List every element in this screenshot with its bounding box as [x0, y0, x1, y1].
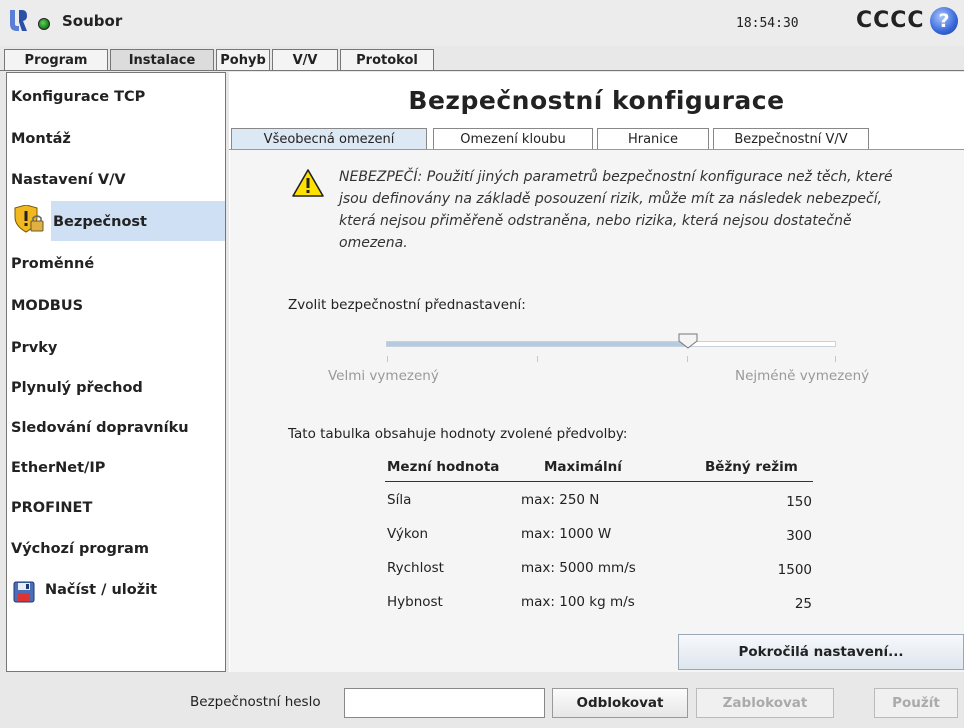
table-cell-limit: Síla [387, 492, 412, 508]
table-cell-max: max: 250 N [521, 492, 600, 508]
table-cell-normal: 1500 [777, 562, 812, 578]
danger-warning-text: NEBEZPEČÍ: Použití jiných parametrů bezp… [339, 169, 893, 251]
tab-instalace[interactable]: Instalace [110, 49, 214, 71]
table-cell-normal: 150 [786, 494, 812, 510]
unlock-button[interactable]: Odblokovat [552, 688, 688, 718]
tab-boundaries[interactable]: Hranice [597, 128, 709, 150]
robot-status-icon[interactable] [38, 18, 50, 30]
slider-min-label: Velmi vymezený [328, 368, 439, 384]
ur-logo-icon [10, 10, 27, 31]
tab-safety-io[interactable]: Bezpečnostní V/V [713, 128, 869, 150]
table-cell-limit: Rychlost [387, 560, 444, 576]
sidebar-item-tcp[interactable]: Konfigurace TCP [11, 89, 145, 105]
preset-label: Zvolit bezpečnostní přednastavení: [288, 297, 526, 313]
sidebar-item-features[interactable]: Prvky [11, 340, 57, 356]
sidebar-item-security[interactable]: Bezpečnost [53, 214, 147, 230]
password-label: Bezpečnostní heslo [190, 694, 321, 710]
password-input[interactable] [344, 688, 545, 718]
floppy-disk-icon [13, 581, 35, 603]
table-caption: Tato tabulka obsahuje hodnoty zvolené př… [288, 426, 628, 442]
tab-joint-limits[interactable]: Omezení kloubu [433, 128, 593, 150]
table-cell-max: max: 5000 mm/s [521, 560, 636, 576]
clock: 18:54:30 [736, 16, 799, 31]
help-icon[interactable]: ? [930, 7, 958, 35]
sidebar-item-ethernet-ip[interactable]: EtherNet/IP [11, 460, 105, 476]
bottom-bar: Bezpečnostní heslo Odblokovat Zablokovat… [0, 672, 964, 728]
table-header-limit: Mezní hodnota [387, 459, 500, 475]
sidebar-item-io-setup[interactable]: Nastavení V/V [11, 172, 126, 188]
general-limits-panel: NEBEZPEČÍ: Použití jiných parametrů bezp… [230, 150, 964, 672]
sidebar-item-default-program[interactable]: Výchozí program [11, 541, 149, 557]
slider-max-label: Nejméně vymezený [735, 368, 870, 384]
shield-lock-icon [14, 205, 44, 233]
table-cell-normal: 300 [786, 528, 812, 544]
page-title: Bezpečnostní konfigurace [408, 86, 785, 115]
tab-protokol[interactable]: Protokol [340, 49, 434, 71]
sidebar-item-mounting[interactable]: Montáž [11, 131, 71, 147]
table-cell-limit: Výkon [387, 526, 429, 542]
tab-vv[interactable]: V/V [272, 49, 338, 71]
top-bar: Soubor 18:54:30 CCCC ? [0, 0, 964, 46]
slider-tick [537, 356, 538, 362]
table-header-rule [385, 481, 813, 482]
slider-tick [387, 356, 388, 362]
apply-button[interactable]: Použít [874, 688, 958, 718]
slider-tick [835, 356, 836, 362]
sidebar-item-profinet[interactable]: PROFINET [11, 500, 92, 516]
sidebar-item-conveyor[interactable]: Sledování dopravníku [11, 420, 189, 436]
tab-divider [0, 70, 964, 71]
table-cell-limit: Hybnost [387, 594, 443, 610]
preset-slider-track[interactable] [386, 341, 836, 347]
table-cell-max: max: 1000 W [521, 526, 612, 542]
robot-name: CCCC [856, 8, 925, 33]
table-cell-normal: 25 [794, 596, 812, 612]
preset-slider-thumb[interactable] [678, 333, 698, 349]
sidebar-item-load-save[interactable]: Načíst / uložit [45, 582, 157, 598]
advanced-settings-button[interactable]: Pokročilá nastavení... [678, 634, 964, 670]
tab-general-limits[interactable]: Všeobecná omezení [231, 128, 427, 150]
preset-slider-fill [387, 342, 688, 346]
tab-pohyb[interactable]: Pohyb [216, 49, 270, 71]
warning-icon [292, 169, 324, 197]
sidebar-item-smooth-transition[interactable]: Plynulý přechod [11, 380, 143, 396]
lock-button[interactable]: Zablokovat [696, 688, 834, 718]
installation-sidebar: Konfigurace TCP Montáž Nastavení V/V Bez… [6, 72, 226, 672]
tab-program[interactable]: Program [4, 49, 108, 71]
sidebar-item-modbus[interactable]: MODBUS [11, 298, 83, 314]
safety-config-panel: Bezpečnostní konfigurace Všeobecná omeze… [229, 72, 964, 672]
table-header-normal-mode: Běžný režim [705, 459, 798, 475]
table-header-maximum: Maximální [544, 459, 622, 475]
sidebar-item-variables[interactable]: Proměnné [11, 256, 94, 272]
table-cell-max: max: 100 kg m/s [521, 594, 635, 610]
file-menu[interactable]: Soubor [62, 12, 122, 30]
slider-tick [687, 356, 688, 362]
